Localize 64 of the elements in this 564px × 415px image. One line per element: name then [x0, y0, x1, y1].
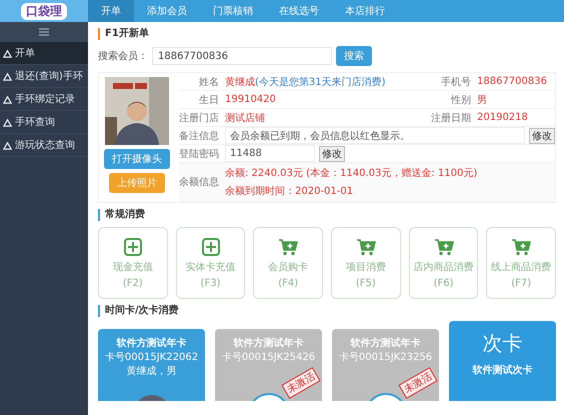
nav-tab[interactable]: 在线选号: [266, 0, 332, 22]
field-label: 手机号: [440, 76, 472, 88]
field-value: 19910420: [225, 94, 276, 105]
field-value: 男: [477, 94, 487, 106]
sidebar-item[interactable]: 手环查询: [0, 111, 88, 134]
card-name: 软件方测试年卡: [116, 336, 186, 350]
sidebar-item[interactable]: 退还(查询)手环: [0, 65, 88, 88]
page-title: F1开新单: [98, 28, 149, 40]
field-label: 生日: [198, 94, 220, 106]
card-number: 卡号00015JK22062: [104, 350, 198, 364]
section-title: 时间卡/次卡消费: [98, 305, 179, 317]
field-value: 18867700836: [477, 76, 547, 87]
card-holder: 黄继成，男: [126, 364, 176, 378]
action-tile[interactable]: 会员购卡 (F4): [253, 227, 324, 299]
balance-text: 余额: 2240.03元 (本金：1140.03元，赠送金: 1100元): [225, 166, 478, 180]
nav-tab[interactable]: 添加会员: [134, 0, 200, 22]
action-tile[interactable]: 项目消费 (F5): [331, 227, 401, 299]
card-name: 软件测试次卡: [472, 364, 532, 377]
search-button[interactable]: 搜索: [336, 46, 372, 66]
remark-field[interactable]: 会员余额已到期，会员信息以红色显示。: [225, 127, 525, 144]
cart-plus-icon: [278, 238, 298, 256]
edit-button[interactable]: 修改: [529, 128, 555, 144]
cart-plus-icon: [356, 238, 376, 256]
password-field[interactable]: 11488: [225, 145, 315, 162]
section-title: 常规消费: [98, 209, 145, 221]
field-label: 备注信息: [179, 130, 220, 142]
field-label: 注册门店: [179, 112, 220, 124]
sidebar-item[interactable]: 手环绑定记录: [0, 88, 88, 111]
card-name: 软件方测试年卡: [234, 336, 304, 350]
cart-plus-icon: [511, 238, 532, 256]
search-field[interactable]: 18867700836: [152, 47, 332, 65]
action-tile[interactable]: 实体卡充值 (F3): [176, 227, 246, 299]
field-label: 性别: [450, 94, 472, 106]
plus-square-icon: [124, 238, 142, 256]
cart-plus-icon: [434, 238, 454, 256]
nav-tab[interactable]: 门票核销: [200, 0, 266, 22]
balance-text: 余额到期时间：2020-01-01: [225, 184, 354, 198]
sidebar-item[interactable]: 游玩状态查询: [0, 134, 88, 157]
plus-square-icon: [202, 238, 220, 256]
field-label: 余额信息: [179, 176, 220, 189]
field-label: 姓名: [198, 76, 220, 88]
card-number: 卡号00015JK23256: [338, 350, 432, 364]
search-label: 搜索会员：: [98, 50, 148, 63]
action-tile[interactable]: 店内商品消费 (F6): [408, 227, 478, 299]
sidebar-item[interactable]: 开单: [0, 42, 88, 65]
logo: 口袋理: [21, 2, 67, 20]
field-label: 注册日期: [431, 112, 472, 124]
card-name: 软件方测试年卡: [350, 336, 420, 350]
menu-icon[interactable]: [39, 28, 49, 36]
action-tile[interactable]: 线上商品消费 (F7): [486, 227, 556, 299]
upload-button[interactable]: 上传照片: [109, 173, 165, 193]
card-number: 卡号00015JK25426: [222, 350, 316, 364]
action-tile[interactable]: 现金充值 (F2): [98, 227, 168, 299]
camera-button[interactable]: 打开摄像头: [104, 149, 170, 169]
field-value: 20190218: [477, 112, 528, 123]
nav-tab[interactable]: 开单: [88, 0, 134, 22]
field-value: 黄继成(今天是您第31天来门店消费): [225, 76, 386, 88]
count-card[interactable]: 次卡 软件测试次卡: [449, 321, 556, 401]
year-card[interactable]: 软件方测试年卡 卡号00015JK22062 黄继成，男: [98, 329, 205, 401]
card-title: 次卡: [482, 330, 522, 357]
nav-tab[interactable]: 本店排行: [332, 0, 398, 22]
field-value: 测试店铺: [225, 112, 265, 124]
field-label: 登陆密码: [179, 148, 220, 160]
edit-button[interactable]: 修改: [319, 146, 345, 162]
